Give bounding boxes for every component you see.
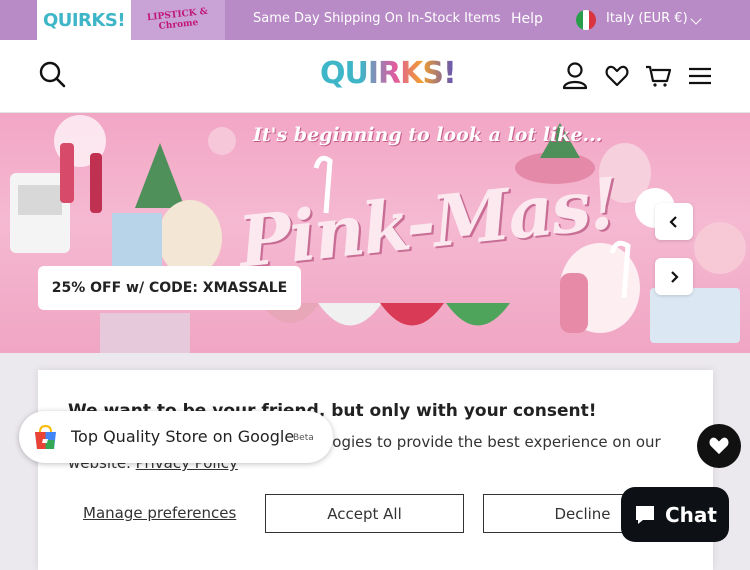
- shipping-message: Same Day Shipping On In-Stock Items: [253, 11, 501, 26]
- quirks-brand-logo: QUIRKS!: [42, 9, 126, 31]
- brand-tab-lipstick[interactable]: LIPSTICK & Chrome: [131, 0, 225, 40]
- cookie-consent-dialog: We want to be your friend, but only with…: [38, 370, 713, 570]
- announcement-bar: QUIRKS! LIPSTICK & Chrome Same Day Shipp…: [0, 0, 750, 40]
- cart-icon[interactable]: [645, 64, 672, 92]
- search-icon[interactable]: [38, 60, 66, 92]
- heart-icon: [709, 437, 729, 455]
- menu-icon[interactable]: [688, 67, 712, 89]
- help-link[interactable]: Help: [511, 11, 543, 27]
- site-header: QUIRKS!: [0, 40, 750, 113]
- shopify-chat-button[interactable]: Chat: [621, 487, 729, 542]
- site-logo[interactable]: QUIRKS!: [320, 56, 457, 91]
- chevron-left-icon: [669, 215, 677, 228]
- floating-wishlist-button[interactable]: [697, 424, 741, 468]
- promo-code-badge[interactable]: 25% OFF w/ CODE: XMASSALE: [38, 266, 301, 310]
- currency-selector[interactable]: Italy (EUR €): [606, 11, 688, 26]
- account-icon[interactable]: [562, 62, 588, 94]
- hero-banner[interactable]: It's beginning to look a lot like... Pin…: [0, 113, 750, 353]
- google-shopping-bag-icon: [35, 424, 56, 449]
- brand-tab-quirks[interactable]: QUIRKS!: [37, 0, 131, 40]
- wishlist-heart-icon[interactable]: [605, 65, 629, 91]
- accept-all-button[interactable]: Accept All: [265, 494, 464, 533]
- beta-label: Beta: [293, 433, 314, 443]
- lipstick-brand-logo: LIPSTICK & Chrome: [146, 6, 209, 33]
- italy-flag-icon: [576, 10, 596, 30]
- banner-heading: It's beginning to look a lot like...: [253, 124, 603, 146]
- chat-bubble-icon: [636, 505, 654, 524]
- google-badge-text: Top Quality Store on Google: [71, 427, 295, 446]
- google-store-badge[interactable]: Top Quality Store on Google Beta: [19, 411, 333, 463]
- chevron-down-icon[interactable]: [690, 13, 702, 25]
- slider-prev-button[interactable]: [655, 203, 693, 240]
- slider-next-button[interactable]: [655, 258, 693, 295]
- manage-preferences-link[interactable]: Manage preferences: [83, 504, 236, 522]
- chevron-right-icon: [671, 270, 679, 283]
- chat-label: Chat: [665, 502, 717, 527]
